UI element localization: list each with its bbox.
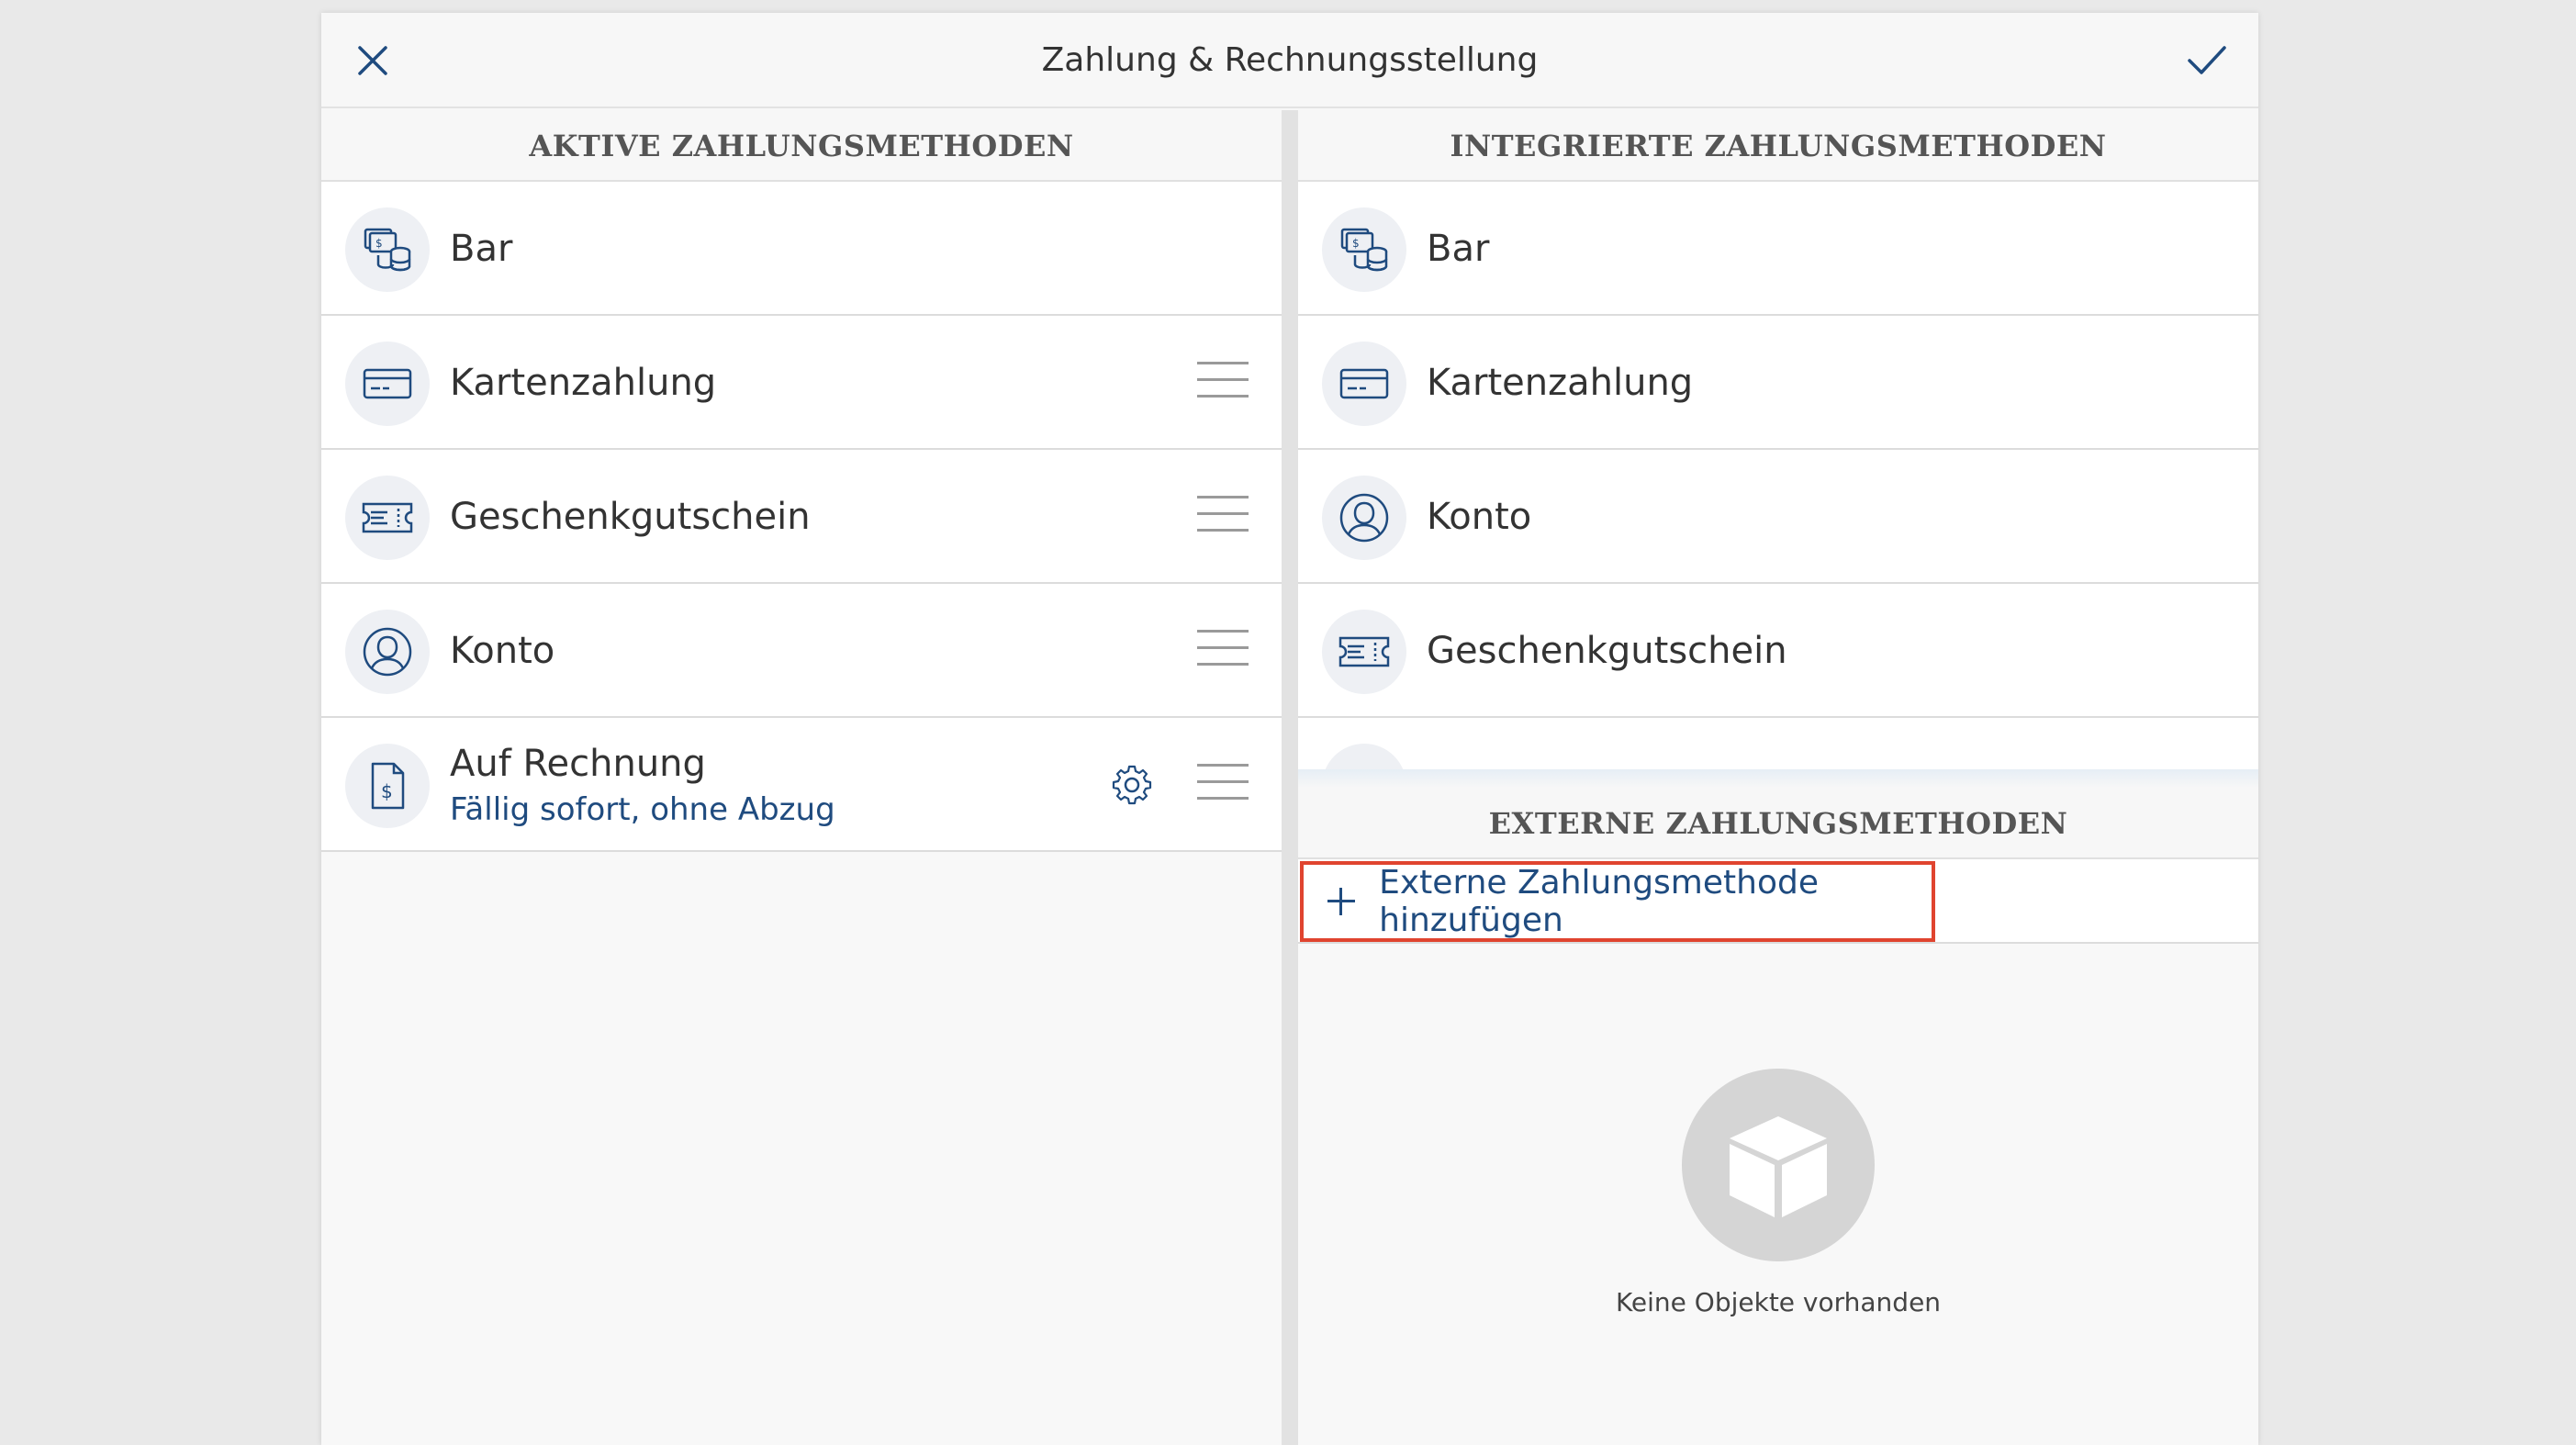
account-icon	[1322, 476, 1406, 560]
integrated-methods-header: INTEGRIERTE ZAHLUNGSMETHODEN	[1298, 110, 2258, 182]
integrated-method-row-voucher[interactable]: Geschenkgutschein	[1298, 584, 2258, 718]
drag-handle-icon[interactable]	[1197, 764, 1249, 804]
credit-card-icon	[345, 342, 430, 426]
add-external-method-button[interactable]: Externe Zahlungsmethode hinzufügen	[1300, 861, 1935, 942]
integrated-method-row-partial[interactable]	[1298, 718, 2258, 769]
empty-state-text: Keine Objekte vorhanden	[1615, 1287, 1942, 1317]
gift-voucher-icon	[1322, 610, 1406, 694]
method-label: Geschenkgutschein	[450, 496, 811, 538]
active-method-row-cash[interactable]: $ Bar	[321, 182, 1282, 316]
svg-text:$: $	[375, 237, 383, 250]
credit-card-icon	[1322, 342, 1406, 426]
integrated-method-row-account[interactable]: Konto	[1298, 450, 2258, 584]
svg-text:$: $	[381, 780, 393, 802]
cash-icon: $	[345, 207, 430, 292]
box-icon	[1682, 1069, 1875, 1261]
method-label: Auf Rechnung	[450, 743, 706, 785]
active-methods-header: AKTIVE ZAHLUNGSMETHODEN	[321, 110, 1282, 182]
method-label: Konto	[1427, 496, 1532, 538]
integrated-method-row-card[interactable]: Kartenzahlung	[1298, 316, 2258, 450]
cash-icon: $	[1322, 207, 1406, 292]
svg-text:$: $	[1352, 237, 1360, 250]
gift-voucher-icon	[345, 476, 430, 560]
confirm-button[interactable]	[2179, 33, 2234, 88]
method-label: Kartenzahlung	[450, 362, 717, 404]
active-methods-column: AKTIVE ZAHLUNGSMETHODEN $ Bar Kartenzahl…	[321, 110, 1282, 1445]
drag-handle-icon[interactable]	[1197, 496, 1249, 536]
add-external-method-label: Externe Zahlungsmethode hinzufügen	[1379, 864, 1819, 939]
plus-icon	[1327, 888, 1356, 915]
method-label: Konto	[450, 630, 555, 672]
add-external-method-row: Externe Zahlungsmethode hinzufügen	[1298, 859, 2258, 944]
scroll-fade	[1298, 769, 2258, 788]
account-icon	[345, 610, 430, 694]
drag-handle-icon[interactable]	[1197, 630, 1249, 670]
method-label: Bar	[1427, 228, 1490, 270]
right-column: INTEGRIERTE ZAHLUNGSMETHODEN $ Bar Karte…	[1298, 110, 2258, 1445]
empty-state: Keine Objekte vorhanden	[1298, 1069, 2258, 1317]
active-method-row-invoice[interactable]: $ Auf Rechnung Fällig sofort, ohne Abzug	[321, 718, 1282, 852]
active-method-row-voucher[interactable]: Geschenkgutschein	[321, 450, 1282, 584]
method-sublabel: Fällig sofort, ohne Abzug	[450, 791, 835, 828]
checkmark-icon	[2188, 46, 2226, 74]
payment-settings-modal: Zahlung & Rechnungsstellung AKTIVE ZAHLU…	[321, 13, 2258, 1445]
active-method-row-card[interactable]: Kartenzahlung	[321, 316, 1282, 450]
method-label: Bar	[450, 228, 513, 270]
integrated-method-row-cash[interactable]: $ Bar	[1298, 182, 2258, 316]
column-divider	[1282, 110, 1298, 1445]
top-bar: Zahlung & Rechnungsstellung	[321, 13, 2258, 108]
method-label: Kartenzahlung	[1427, 362, 1694, 404]
gear-icon[interactable]	[1111, 764, 1153, 806]
method-label: Geschenkgutschein	[1427, 630, 1787, 672]
invoice-icon: $	[345, 744, 430, 828]
invoice-icon	[1322, 744, 1406, 769]
page-title: Zahlung & Rechnungsstellung	[1041, 41, 1539, 79]
drag-handle-icon[interactable]	[1197, 362, 1249, 402]
external-methods-header: EXTERNE ZAHLUNGSMETHODEN	[1298, 788, 2258, 859]
active-method-row-account[interactable]: Konto	[321, 584, 1282, 718]
